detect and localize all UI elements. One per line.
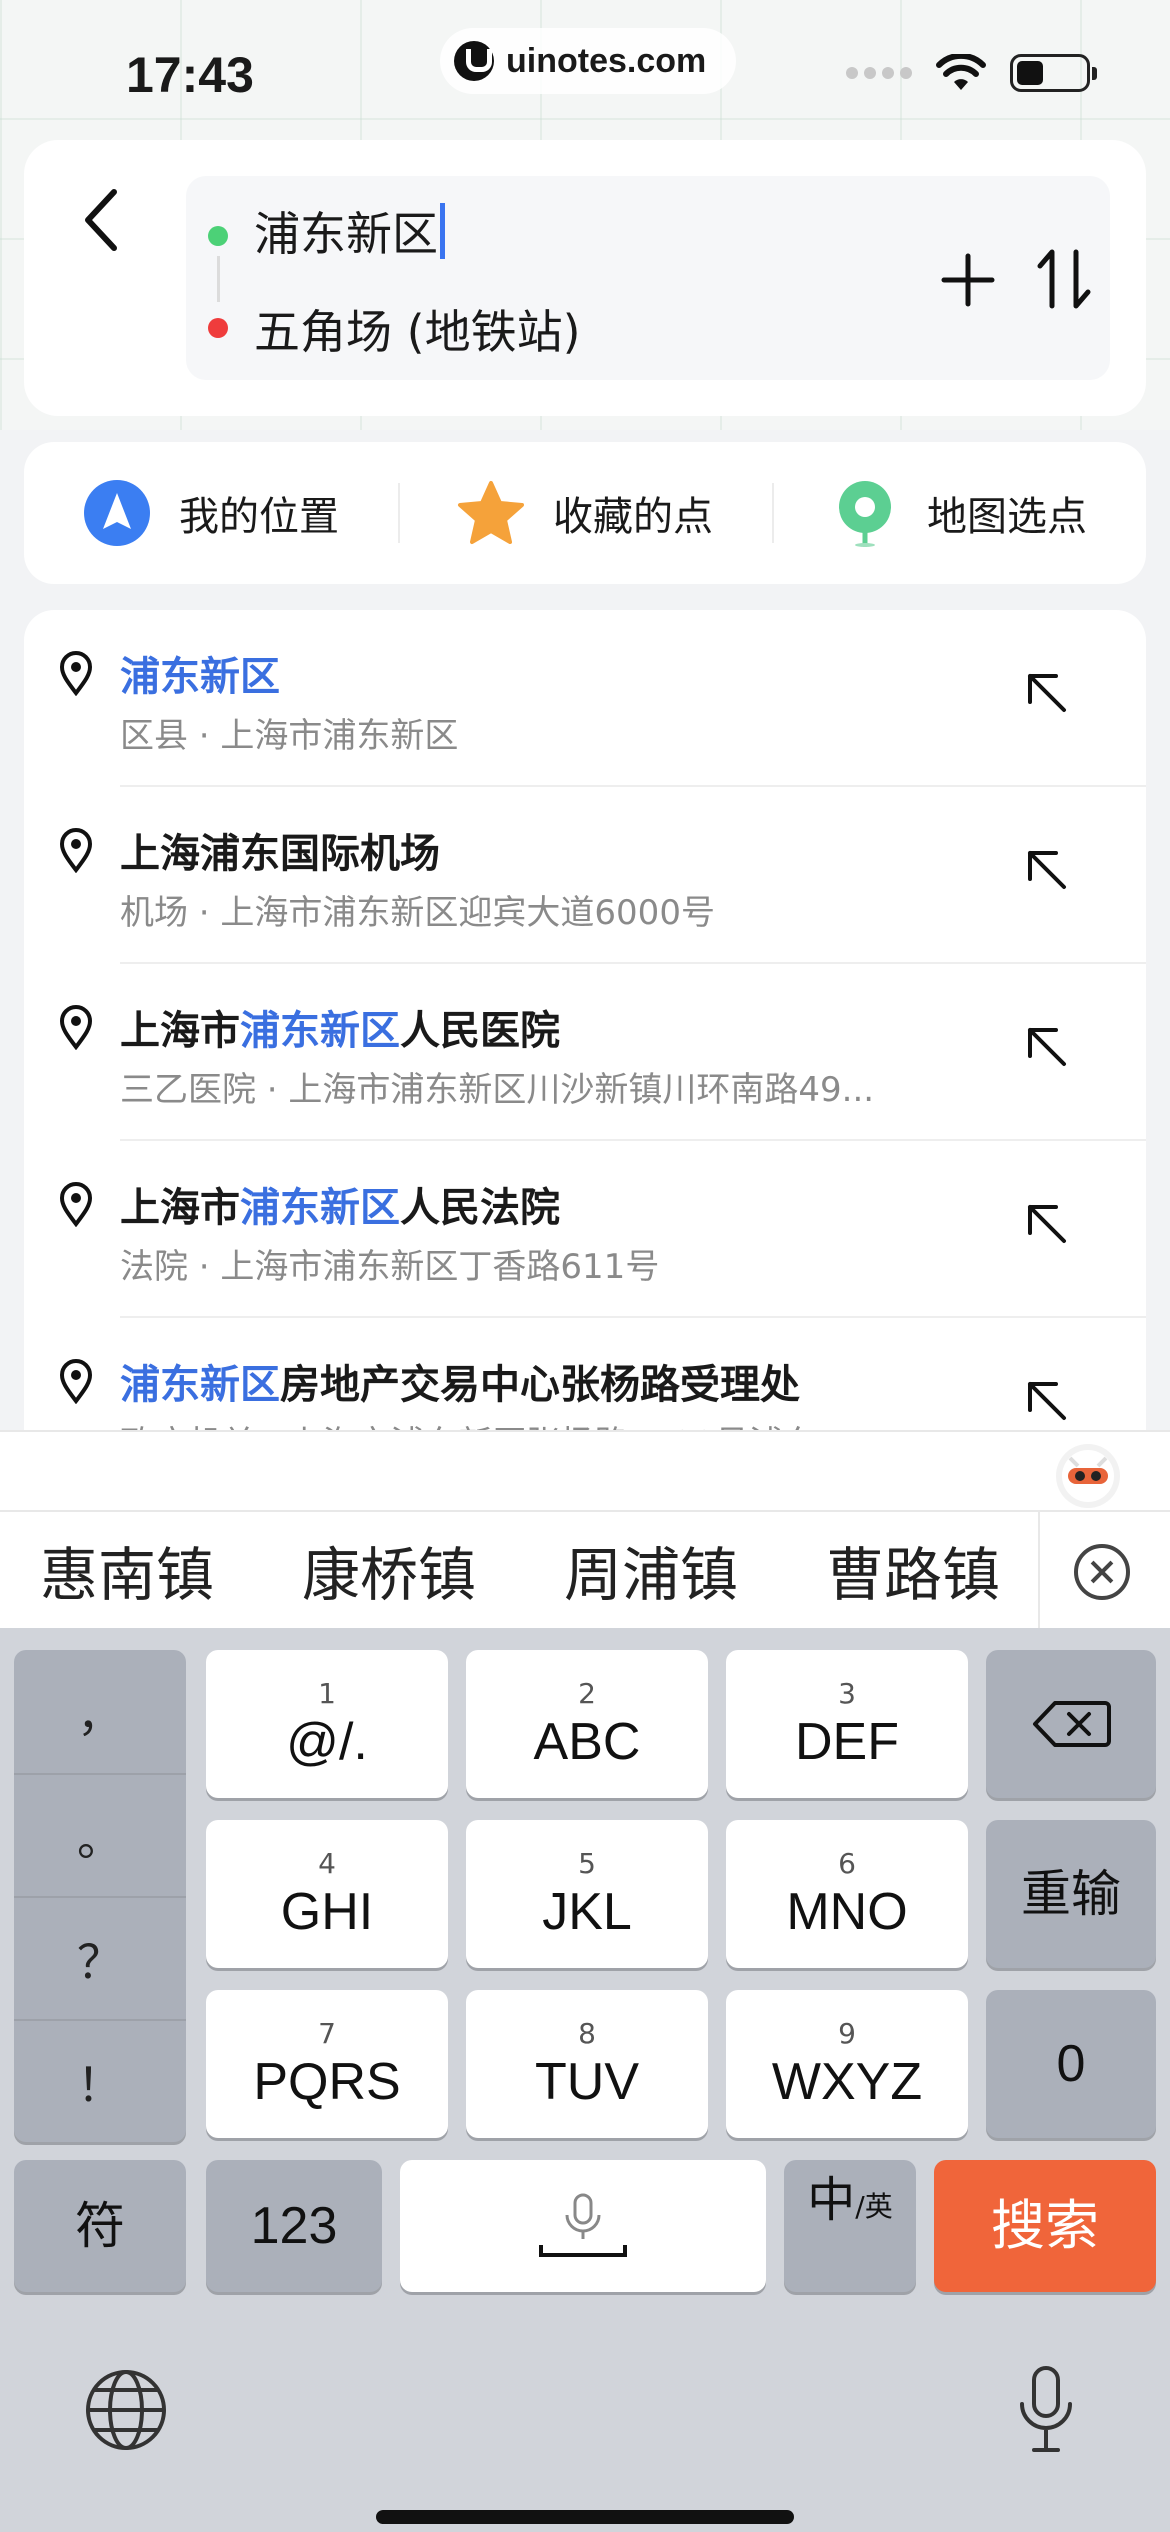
watermark-text: uinotes.com: [506, 41, 707, 80]
quick-favorites[interactable]: 收藏的点: [398, 479, 772, 547]
ime-toolbar: [0, 1430, 1170, 1510]
list-item[interactable]: 浦东新区 区县 · 上海市浦东新区: [24, 610, 1146, 787]
quick-map-select[interactable]: 地图选点: [772, 479, 1146, 547]
status-indicators: [846, 54, 1097, 92]
symbols-key[interactable]: 符: [14, 2160, 186, 2292]
lang-switch-key[interactable]: 中/英: [784, 2160, 916, 2292]
key-8[interactable]: 8 TUV: [466, 1990, 708, 2138]
quick-label: 我的位置: [179, 494, 339, 540]
cellular-signal-icon: [846, 67, 912, 79]
route-connector: [217, 256, 220, 302]
list-item[interactable]: 上海市浦东新区人民法院 法院 · 上海市浦东新区丁香路611号: [24, 1141, 1146, 1318]
map-pin-icon: [839, 481, 891, 547]
keyboard: ， 。 ？ ！ 1 @/. 2 ABC 3 DEF 4 GHI 5 JKL 6 …: [0, 1628, 1170, 2532]
result-subtitle: 政府机关 · 上海市浦东新区张杨路3300号浦东: [120, 1416, 817, 1430]
start-location-input[interactable]: 浦东新区: [254, 198, 445, 264]
list-item[interactable]: 上海浦东国际机场 机场 · 上海市浦东新区迎宾大道6000号: [24, 787, 1146, 964]
location-pin-icon: [59, 1005, 93, 1050]
candidate-word[interactable]: 康桥镇: [302, 1528, 476, 1612]
fill-arrow-icon[interactable]: [1022, 1376, 1070, 1424]
location-arrow-icon: [84, 480, 150, 546]
key-3[interactable]: 3 DEF: [726, 1650, 968, 1798]
home-indicator: [376, 2510, 794, 2524]
quick-options: 我的位置 收藏的点 地图选点: [24, 442, 1146, 584]
punct-key[interactable]: ？: [14, 1896, 186, 2019]
microphone-icon[interactable]: [1014, 2364, 1078, 2456]
result-title: 上海市浦东新区人民法院: [120, 1185, 560, 1231]
result-subtitle: 机场 · 上海市浦东新区迎宾大道6000号: [120, 893, 715, 933]
quick-label: 收藏的点: [553, 494, 713, 540]
space-key[interactable]: [400, 2160, 766, 2292]
add-waypoint-icon[interactable]: [936, 248, 1000, 312]
result-title: 浦东新区: [120, 654, 280, 700]
fill-arrow-icon[interactable]: [1022, 668, 1070, 716]
list-item[interactable]: 上海市浦东新区人民医院 三乙医院 · 上海市浦东新区川沙新镇川环南路49...: [24, 964, 1146, 1141]
punct-key[interactable]: ，: [14, 1650, 186, 1773]
candidate-word[interactable]: 惠南镇: [40, 1528, 214, 1612]
numbers-key[interactable]: 123: [206, 2160, 382, 2292]
star-icon: [458, 481, 524, 544]
list-item[interactable]: 浦东新区房地产交易中心张杨路受理处 政府机关 · 上海市浦东新区张杨路3300号…: [24, 1318, 1146, 1430]
globe-icon[interactable]: [84, 2368, 168, 2452]
key-1[interactable]: 1 @/.: [206, 1650, 448, 1798]
space-mic-icon: [539, 2193, 627, 2257]
swap-route-icon[interactable]: [1032, 244, 1096, 314]
search-results: 浦东新区 区县 · 上海市浦东新区 上海浦东国际机场 机场 · 上海市浦东新区迎…: [24, 610, 1146, 1430]
fill-arrow-icon[interactable]: [1022, 845, 1070, 893]
route-inputs: 浦东新区 五角场 (地铁站): [186, 176, 1110, 380]
quick-label: 地图选点: [927, 494, 1087, 540]
key-0[interactable]: 0: [986, 1990, 1156, 2138]
location-pin-icon: [59, 651, 93, 696]
end-location-input[interactable]: 五角场 (地铁站): [254, 296, 581, 362]
location-pin-icon: [59, 828, 93, 873]
watermark-badge: uinotes.com: [440, 28, 737, 94]
result-title: 浦东新区房地产交易中心张杨路受理处: [120, 1362, 800, 1408]
result-title: 上海市浦东新区人民医院: [120, 1008, 560, 1054]
quick-my-location[interactable]: 我的位置: [24, 479, 398, 547]
location-pin-icon: [59, 1182, 93, 1227]
search-key[interactable]: 搜索: [934, 2160, 1156, 2292]
status-time: 17:43: [126, 47, 254, 103]
key-5[interactable]: 5 JKL: [466, 1820, 708, 1968]
end-dot-icon: [208, 318, 228, 338]
location-pin-icon: [59, 1359, 93, 1404]
start-dot-icon: [208, 226, 228, 246]
close-candidates-icon[interactable]: [1074, 1544, 1130, 1600]
key-4[interactable]: 4 GHI: [206, 1820, 448, 1968]
key-7[interactable]: 7 PQRS: [206, 1990, 448, 2138]
back-arrow-icon[interactable]: [64, 180, 144, 260]
result-subtitle: 法院 · 上海市浦东新区丁香路611号: [120, 1247, 660, 1287]
uinotes-logo-icon: [454, 41, 494, 81]
key-6[interactable]: 6 MNO: [726, 1820, 968, 1968]
fill-arrow-icon[interactable]: [1022, 1022, 1070, 1070]
start-location-text: 浦东新区: [254, 207, 438, 261]
ime-candidates: 惠南镇 康桥镇 周浦镇 曹路镇: [0, 1510, 1170, 1630]
route-card: 浦东新区 五角场 (地铁站): [24, 140, 1146, 416]
text-caret: [440, 203, 445, 259]
candidate-word[interactable]: 周浦镇: [564, 1528, 738, 1612]
punct-key[interactable]: 。: [14, 1773, 186, 1896]
fill-arrow-icon[interactable]: [1022, 1199, 1070, 1247]
backspace-key[interactable]: [986, 1650, 1156, 1798]
punctuation-column: ， 。 ？ ！: [14, 1650, 186, 2142]
ime-mascot-icon[interactable]: [1056, 1444, 1120, 1508]
reenter-key[interactable]: 重输: [986, 1820, 1156, 1968]
key-9[interactable]: 9 WXYZ: [726, 1990, 968, 2138]
key-2[interactable]: 2 ABC: [466, 1650, 708, 1798]
battery-icon: [1010, 54, 1097, 92]
result-subtitle: 区县 · 上海市浦东新区: [120, 716, 459, 756]
result-title: 上海浦东国际机场: [120, 831, 440, 877]
result-subtitle: 三乙医院 · 上海市浦东新区川沙新镇川环南路49...: [120, 1070, 875, 1110]
punct-key[interactable]: ！: [14, 2019, 186, 2142]
divider: [1038, 1512, 1040, 1630]
backspace-icon: [1033, 1701, 1111, 1747]
candidate-word[interactable]: 曹路镇: [826, 1528, 1000, 1612]
wifi-icon: [936, 54, 986, 90]
